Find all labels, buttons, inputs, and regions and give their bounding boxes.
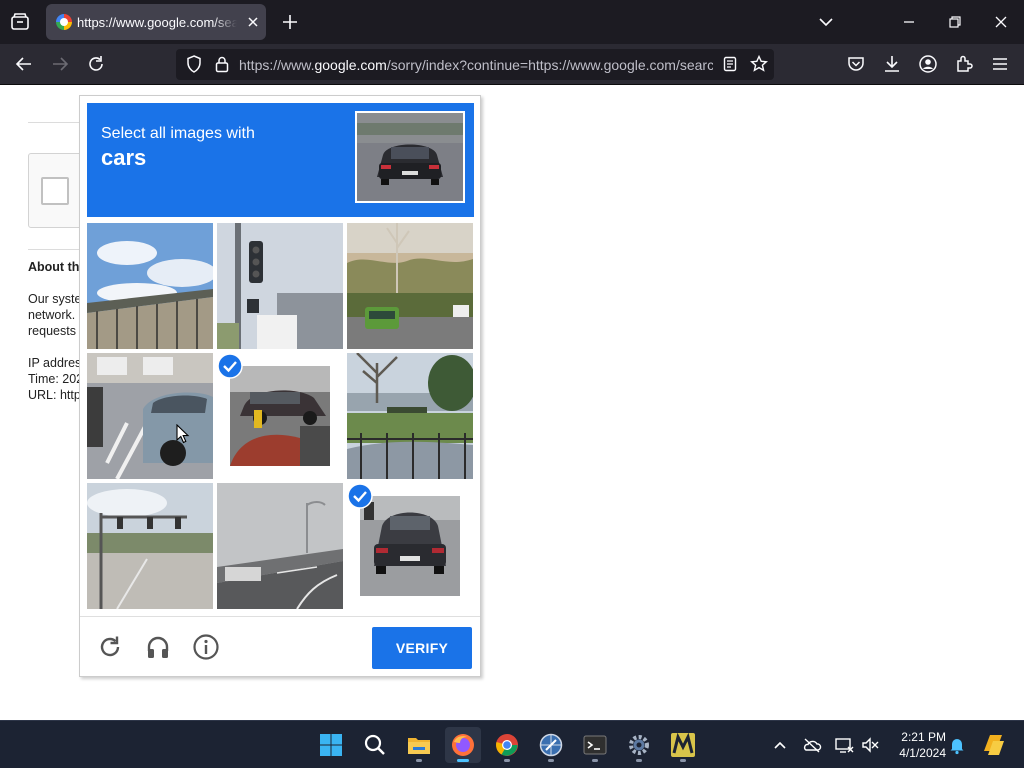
forward-icon[interactable] <box>49 53 71 75</box>
tile-bridge[interactable] <box>87 223 213 349</box>
copilot-pre-icon[interactable] <box>980 731 1008 759</box>
taskbar-chrome[interactable] <box>489 727 525 763</box>
taskbar-terminal[interactable] <box>577 727 613 763</box>
restore-icon[interactable] <box>944 11 966 33</box>
tab-bar: https://www.google.com/search <box>0 0 1024 44</box>
selected-checkmark-icon <box>217 353 243 379</box>
tab-list-icon[interactable] <box>8 10 32 34</box>
taskbar-file-explorer[interactable] <box>401 727 437 763</box>
volume-muted-icon[interactable] <box>860 735 880 755</box>
close-window-icon[interactable] <box>990 11 1012 33</box>
mouse-cursor-icon <box>176 424 190 444</box>
globe-compass-icon <box>539 733 563 757</box>
lock-icon[interactable] <box>212 54 232 74</box>
close-tab-icon[interactable] <box>244 13 262 31</box>
tile-fence-trees[interactable] <box>347 353 473 479</box>
gear-icon <box>627 733 651 757</box>
page-text-line: network. <box>28 308 76 322</box>
page-text-line: Time: 2024 <box>28 372 80 386</box>
system-clock[interactable]: 2:21 PM 4/1/2024 <box>886 729 946 761</box>
start-button[interactable] <box>313 727 349 763</box>
page-text-line: requests <box>28 324 76 338</box>
info-icon[interactable] <box>192 633 220 661</box>
reader-view-icon[interactable] <box>721 55 739 73</box>
url-text[interactable]: https://www.google.com/sorry/index?conti… <box>239 57 713 73</box>
headphones-icon[interactable] <box>144 633 172 661</box>
folder-icon <box>407 733 431 757</box>
browser-tab[interactable]: https://www.google.com/search <box>46 4 266 40</box>
challenge-footer: VERIFY <box>80 616 480 677</box>
tile-highway-overpass[interactable] <box>217 483 343 609</box>
account-icon[interactable] <box>917 53 939 75</box>
pocket-icon[interactable] <box>845 53 867 75</box>
tracking-protection-shield-icon[interactable] <box>184 54 204 74</box>
challenge-header: Select all images with cars <box>87 103 474 217</box>
search-icon <box>363 733 387 757</box>
minimize-icon[interactable] <box>898 11 920 33</box>
challenge-target-object: cars <box>101 145 147 170</box>
downloads-icon[interactable] <box>881 53 903 75</box>
tile-road-bus[interactable] <box>347 223 473 349</box>
show-hidden-icons-chevron-icon[interactable] <box>770 735 790 755</box>
onedrive-offline-icon[interactable] <box>802 735 822 755</box>
new-tab-icon[interactable] <box>279 11 301 33</box>
extensions-icon[interactable] <box>953 53 975 75</box>
verify-button[interactable]: VERIFY <box>372 627 472 669</box>
challenge-instruction: Select all images with <box>101 125 255 142</box>
taskbar-network-tool[interactable] <box>533 727 569 763</box>
m-logo-icon <box>671 733 695 757</box>
tile-car-rear[interactable] <box>347 483 473 609</box>
tile-intersection[interactable] <box>87 483 213 609</box>
page-text-line: URL: https <box>28 388 80 402</box>
reload-page-icon[interactable] <box>85 53 107 75</box>
recaptcha-challenge-dialog: Select all images with cars VERIFY <box>79 95 481 677</box>
list-all-tabs-icon[interactable] <box>815 11 837 33</box>
selected-checkmark-icon <box>347 483 373 509</box>
google-favicon-icon <box>56 14 72 30</box>
navigation-toolbar: https://www.google.com/sorry/index?conti… <box>0 44 1024 85</box>
page-text-line: Our systems <box>28 292 80 306</box>
sample-car-image <box>355 111 465 203</box>
tab-title: https://www.google.com/search <box>77 15 237 30</box>
notification-bell-icon[interactable] <box>947 735 967 755</box>
firefox-icon <box>451 733 475 757</box>
menu-icon[interactable] <box>989 53 1011 75</box>
chrome-icon <box>495 733 519 757</box>
taskbar-malwarebytes[interactable] <box>665 727 701 763</box>
tile-car-hydrant[interactable] <box>217 353 343 479</box>
windows-taskbar: 2:21 PM 4/1/2024 <box>0 720 1024 768</box>
terminal-icon <box>583 733 607 757</box>
clock-date: 4/1/2024 <box>899 746 946 760</box>
tile-traffic-light[interactable] <box>217 223 343 349</box>
tile-parked-car[interactable] <box>87 353 213 479</box>
taskbar-firefox[interactable] <box>445 727 481 763</box>
back-icon[interactable] <box>13 53 35 75</box>
page-heading: About this page <box>28 260 80 274</box>
taskbar-search-button[interactable] <box>357 727 393 763</box>
taskbar-settings[interactable] <box>621 727 657 763</box>
windows-logo-icon <box>319 733 343 757</box>
recaptcha-checkbox[interactable] <box>41 177 69 205</box>
page-text-line: IP address <box>28 356 80 370</box>
bookmark-star-icon[interactable] <box>749 54 769 74</box>
network-status-icon[interactable] <box>834 735 854 755</box>
clock-time: 2:21 PM <box>901 730 946 744</box>
reload-icon[interactable] <box>96 633 124 661</box>
address-bar[interactable]: https://www.google.com/sorry/index?conti… <box>176 49 774 80</box>
